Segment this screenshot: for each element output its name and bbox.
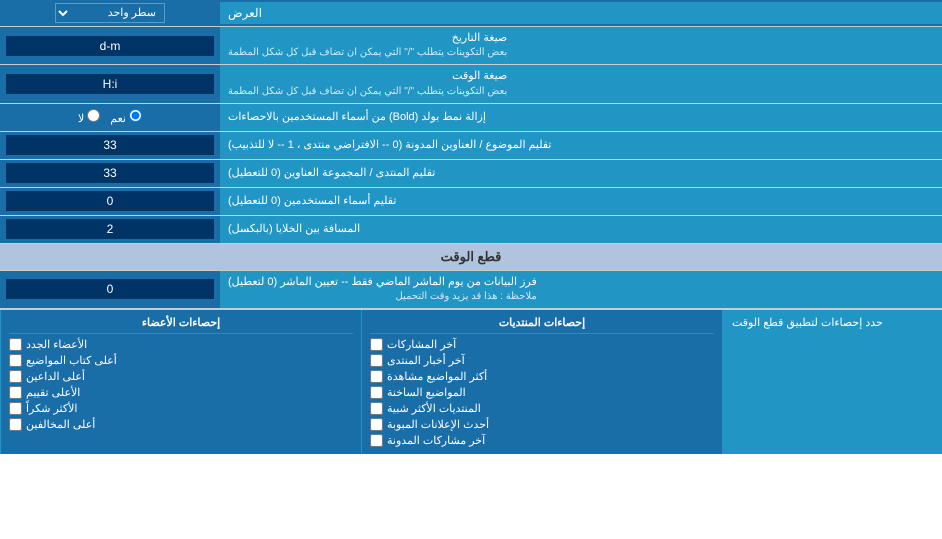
display-mode-input[interactable]: سطر واحد سطرين ثلاثة أسطر (0, 0, 220, 26)
checkbox-new-members[interactable] (9, 338, 22, 351)
checkbox-item: الأعلى تقييم (9, 386, 353, 399)
remove-bold-label: إزالة نمط بولد (Bold) من أسماء المستخدمي… (220, 104, 942, 131)
stats-section-label: حدد إحصاءات لتطبيق قطع الوقت (722, 310, 942, 454)
cutoff-input[interactable] (6, 279, 214, 299)
checkbox-forum-news[interactable] (370, 354, 383, 367)
date-format-row: صيغة التاريخ بعض التكوينات يتطلب "/" الت… (0, 27, 942, 65)
checkbox-most-thanked[interactable] (9, 402, 22, 415)
checkbox-item: أعلى الداعين (9, 370, 353, 383)
usernames-trim-label: تقليم أسماء المستخدمين (0 للتعطيل) (220, 188, 942, 215)
checkbox-item: أكثر المواضيع مشاهدة (370, 370, 714, 383)
display-mode-select[interactable]: سطر واحد سطرين ثلاثة أسطر (55, 3, 165, 23)
cell-gap-input-wrap (0, 216, 220, 243)
topic-titles-input-wrap (0, 132, 220, 159)
cutoff-label: فرز البيانات من يوم الماشر الماضي فقط --… (220, 271, 942, 308)
checkbox-item: أحدث الإعلانات المبوبة (370, 418, 714, 431)
stats-col-forums-header: إحصاءات المنتديات (370, 314, 714, 334)
stats-checkboxes: إحصاءات المنتديات آخر المشاركات آخر أخبا… (0, 310, 722, 454)
checkbox-last-posts[interactable] (370, 338, 383, 351)
checkbox-most-viewed[interactable] (370, 370, 383, 383)
radio-no[interactable] (87, 109, 100, 122)
time-format-input[interactable] (6, 74, 214, 94)
checkbox-item: المواضيع الساخنة (370, 386, 714, 399)
checkbox-item: أعلى كتاب المواضيع (9, 354, 353, 367)
stats-section: حدد إحصاءات لتطبيق قطع الوقت إحصاءات الم… (0, 309, 942, 454)
radio-yes[interactable] (129, 109, 142, 122)
stats-col-members: إحصاءات الأعضاء الأعضاء الجدد أعلى كتاب … (0, 310, 361, 454)
date-format-label: صيغة التاريخ بعض التكوينات يتطلب "/" الت… (220, 27, 942, 64)
cutoff-row: فرز البيانات من يوم الماشر الماضي فقط --… (0, 271, 942, 309)
cell-gap-label: المسافة بين الخلايا (بالبكسل) (220, 216, 942, 243)
cutoff-section-header: قطع الوقت (0, 244, 942, 271)
cutoff-input-wrap (0, 271, 220, 308)
checkbox-top-rated[interactable] (9, 386, 22, 399)
topic-titles-row: تقليم الموضوع / العناوين المدونة (0 -- ا… (0, 132, 942, 160)
checkbox-item: أعلى المخالفين (9, 418, 353, 431)
topic-titles-label: تقليم الموضوع / العناوين المدونة (0 -- ا… (220, 132, 942, 159)
forum-titles-input-wrap (0, 160, 220, 187)
checkbox-latest-classifieds[interactable] (370, 418, 383, 431)
checkbox-blog-posts[interactable] (370, 434, 383, 447)
usernames-trim-row: تقليم أسماء المستخدمين (0 للتعطيل) (0, 188, 942, 216)
cell-gap-row: المسافة بين الخلايا (بالبكسل) (0, 216, 942, 244)
radio-no-label[interactable]: لا (78, 109, 100, 125)
time-format-label: صيغة الوقت بعض التكوينات يتطلب "/" التي … (220, 65, 942, 102)
checkbox-item: الأكثر شكراً (9, 402, 353, 415)
remove-bold-row: إزالة نمط بولد (Bold) من أسماء المستخدمي… (0, 104, 942, 132)
checkbox-item: الأعضاء الجدد (9, 338, 353, 351)
topic-titles-input[interactable] (6, 135, 214, 155)
checkbox-popular-forums[interactable] (370, 402, 383, 415)
main-container: العرض سطر واحد سطرين ثلاثة أسطر صيغة الت… (0, 0, 942, 454)
display-mode-label: العرض (220, 2, 942, 24)
stats-col-forums: إحصاءات المنتديات آخر المشاركات آخر أخبا… (361, 310, 722, 454)
usernames-trim-input-wrap (0, 188, 220, 215)
stats-col-members-header: إحصاءات الأعضاء (9, 314, 353, 334)
time-format-row: صيغة الوقت بعض التكوينات يتطلب "/" التي … (0, 65, 942, 103)
checkbox-item: المنتديات الأكثر شبية (370, 402, 714, 415)
date-format-input-wrap (0, 27, 220, 64)
radio-yes-label[interactable]: نعم (110, 109, 142, 125)
checkbox-hot-topics[interactable] (370, 386, 383, 399)
checkbox-item: آخر المشاركات (370, 338, 714, 351)
checkbox-item: آخر أخبار المنتدى (370, 354, 714, 367)
forum-titles-input[interactable] (6, 163, 214, 183)
display-mode-row: العرض سطر واحد سطرين ثلاثة أسطر (0, 0, 942, 27)
cell-gap-input[interactable] (6, 219, 214, 239)
checkbox-top-inviters[interactable] (9, 370, 22, 383)
checkbox-top-violators[interactable] (9, 418, 22, 431)
forum-titles-label: تقليم المنتدى / المجموعة العناوين (0 للت… (220, 160, 942, 187)
checkbox-item: آخر مشاركات المدونة (370, 434, 714, 447)
checkbox-top-writers[interactable] (9, 354, 22, 367)
usernames-trim-input[interactable] (6, 191, 214, 211)
date-format-input[interactable] (6, 36, 214, 56)
forum-titles-row: تقليم المنتدى / المجموعة العناوين (0 للت… (0, 160, 942, 188)
remove-bold-input-wrap: نعم لا (0, 104, 220, 131)
time-format-input-wrap (0, 65, 220, 102)
